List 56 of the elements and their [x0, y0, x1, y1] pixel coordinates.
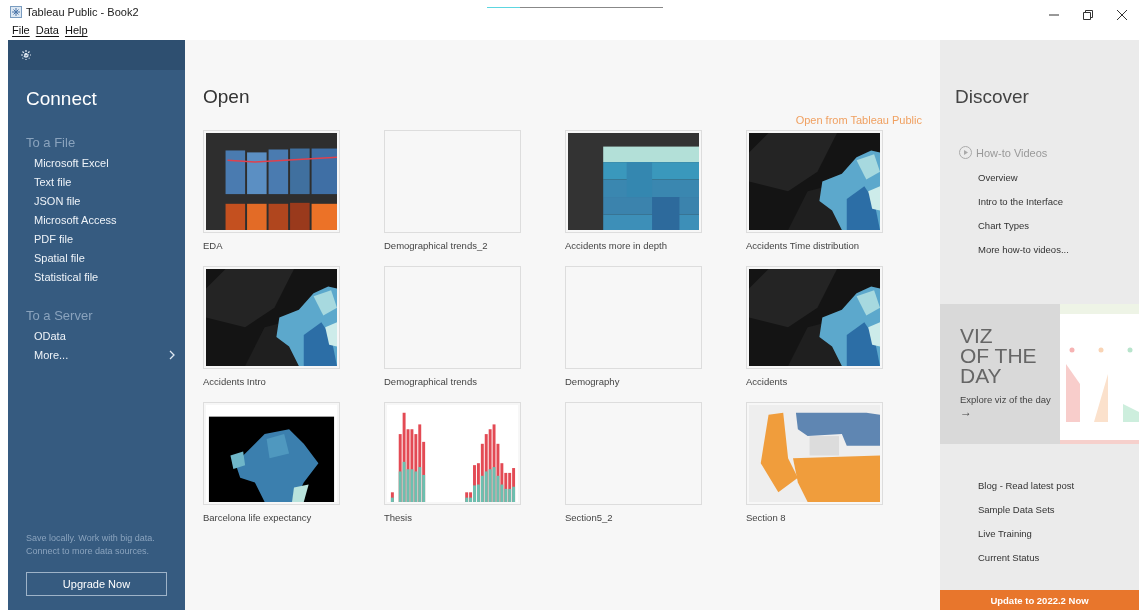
connector-link[interactable]: Microsoft Access: [34, 214, 185, 226]
resource-link[interactable]: Current Status: [978, 552, 1139, 563]
videos-heading: How-to Videos: [976, 146, 1048, 159]
workbook-name[interactable]: Section5_2: [565, 512, 702, 523]
discover-heading: Discover: [955, 86, 1030, 108]
upgrade-button[interactable]: Upgrade Now: [26, 572, 167, 596]
workbook-name[interactable]: Accidents Intro: [203, 376, 340, 387]
connector-link[interactable]: JSON file: [34, 195, 185, 207]
connector-link[interactable]: Microsoft Excel: [34, 157, 185, 169]
close-icon[interactable]: [1117, 10, 1127, 20]
resource-link[interactable]: Live Training: [978, 528, 1139, 539]
workbook-name[interactable]: Barcelona life expectancy: [203, 512, 340, 523]
video-link[interactable]: Chart Types: [978, 220, 1139, 231]
workbook-name[interactable]: Thesis: [384, 512, 521, 523]
workbook-name[interactable]: Accidents Time distribution: [746, 240, 883, 251]
connector-link[interactable]: PDF file: [34, 233, 185, 245]
workbook-thumbnail[interactable]: [565, 402, 702, 505]
window-title: Tableau Public - Book2: [26, 6, 139, 18]
explore-link[interactable]: Explore viz of the day: [960, 394, 1060, 405]
app-icon: [10, 6, 22, 18]
connector-link[interactable]: Spatial file: [34, 252, 185, 264]
video-link[interactable]: More how-to videos...: [978, 244, 1139, 255]
menu-item[interactable]: Data: [35, 24, 59, 40]
workbook-name[interactable]: Demography: [565, 376, 702, 387]
viz-title: DAY: [960, 366, 1003, 386]
menu-item[interactable]: File: [12, 24, 30, 40]
workbook-name[interactable]: Accidents more in depth: [565, 240, 702, 251]
workbook-name[interactable]: Accidents: [746, 376, 883, 387]
restore-icon[interactable]: [1083, 10, 1093, 20]
connector-link[interactable]: OData: [34, 330, 185, 342]
arrow-icon: →: [960, 405, 1060, 419]
section-heading: To a Server: [26, 308, 94, 323]
viz-title: OF THE: [960, 346, 1038, 366]
viz-title: VIZ: [960, 326, 994, 346]
chevron-icon: [169, 350, 175, 360]
workbook-thumbnail[interactable]: [565, 266, 702, 369]
workbook-name[interactable]: Section 8: [746, 512, 883, 523]
connector-link[interactable]: More...: [34, 349, 185, 361]
resource-link[interactable]: Blog - Read latest post: [978, 480, 1139, 491]
viz-of-the-day-card[interactable]: VIZ OF THE DAY Explore viz of the day →: [940, 304, 1060, 444]
connector-link[interactable]: Text file: [34, 176, 185, 188]
promo-text: Save locally. Work with big data. Connect to more data sources.: [26, 532, 156, 558]
resource-link[interactable]: Sample Data Sets: [978, 504, 1139, 515]
video-link[interactable]: Overview: [978, 172, 1139, 183]
play-icon: [959, 146, 972, 159]
workbook-thumbnail[interactable]: [384, 130, 521, 233]
open-heading: Open: [203, 86, 251, 108]
workbook-thumbnail[interactable]: [384, 266, 521, 369]
workbook-name[interactable]: Demographical trends_2: [384, 240, 521, 251]
section-heading: To a File: [26, 135, 77, 150]
video-link[interactable]: Intro to the Interface: [978, 196, 1139, 207]
connect-heading: Connect: [26, 88, 98, 110]
menu-item[interactable]: Help: [65, 24, 88, 40]
connector-link[interactable]: Statistical file: [34, 271, 185, 283]
workbook-name[interactable]: EDA: [203, 240, 340, 251]
workbook-name[interactable]: Demographical trends: [384, 376, 521, 387]
